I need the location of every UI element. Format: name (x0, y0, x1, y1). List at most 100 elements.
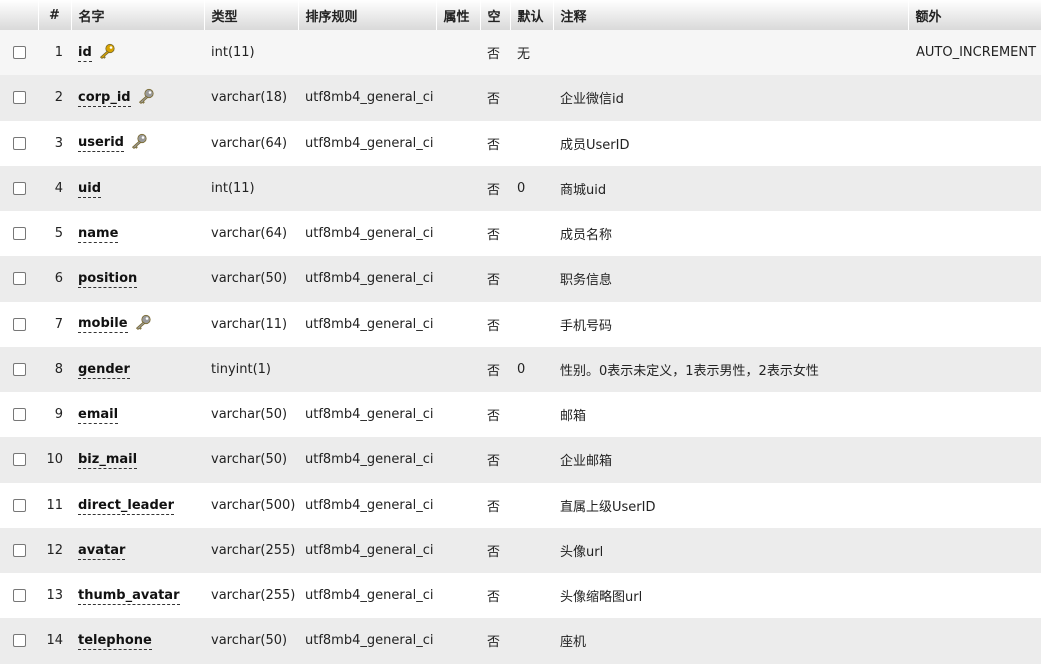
row-number: 6 (54, 271, 63, 287)
field-name-link[interactable]: position (78, 271, 138, 289)
header-name[interactable]: 名字 (71, 0, 205, 30)
field-name-link[interactable]: telephone (78, 633, 152, 651)
header-type[interactable]: 类型 (204, 0, 299, 30)
field-collation (298, 30, 436, 75)
row-checkbox[interactable] (12, 634, 26, 648)
field-name-link[interactable]: gender (78, 361, 130, 379)
table-row: 11 direct_leader varchar(500) utf8mb4_ge… (0, 482, 1041, 528)
field-name-link[interactable]: biz_mail (78, 452, 138, 470)
row-checkbox[interactable] (12, 453, 26, 467)
row-number: 10 (46, 452, 63, 468)
field-name-cell: id (71, 30, 204, 75)
field-extra (908, 75, 1041, 120)
field-default: 0 (517, 180, 526, 196)
table-row: 2 corp_id varchar(18) utf8mb4_general_ci… (0, 75, 1041, 121)
row-checkbox[interactable] (12, 498, 26, 512)
row-checkbox[interactable] (12, 181, 26, 195)
row-checkbox[interactable] (12, 543, 26, 557)
field-default (510, 528, 553, 573)
field-attributes (436, 573, 480, 618)
row-checkbox-cell (0, 30, 38, 75)
header-attributes[interactable]: 属性 (436, 0, 481, 30)
row-checkbox-cell (0, 483, 38, 528)
row-checkbox[interactable] (12, 589, 26, 603)
row-checkbox-cell (0, 392, 38, 437)
table-row: 4 uid int(11) 否 0 商城uid (0, 165, 1041, 211)
row-checkbox[interactable] (12, 272, 26, 286)
row-number: 11 (46, 497, 63, 513)
field-name-link[interactable]: thumb_avatar (78, 588, 180, 606)
field-name-cell: corp_id (71, 75, 204, 120)
table-row: 5 name varchar(64) utf8mb4_general_ci 否 … (0, 211, 1041, 257)
field-name-link[interactable]: name (78, 226, 119, 244)
field-extra: AUTO_INCREMENT (916, 45, 1037, 61)
field-name-cell: avatar (71, 528, 204, 573)
field-extra (908, 256, 1041, 301)
field-extra (908, 121, 1041, 166)
header-default[interactable]: 默认 (510, 0, 554, 30)
header-null[interactable]: 空 (480, 0, 511, 30)
row-checkbox[interactable] (12, 46, 26, 60)
field-collation: utf8mb4_general_ci (305, 497, 434, 513)
header-comment[interactable]: 注释 (553, 0, 909, 30)
index-key-icon (134, 314, 152, 334)
row-number: 12 (46, 542, 63, 558)
field-type: int(11) (211, 45, 255, 61)
field-type: varchar(50) (211, 407, 288, 423)
field-type: varchar(64) (211, 135, 288, 151)
field-attributes (436, 75, 480, 120)
field-comment: 企业微信id (560, 92, 624, 108)
field-name-link[interactable]: email (78, 407, 119, 425)
table-row: 3 userid varchar(64) utf8mb4_general_ci … (0, 120, 1041, 166)
row-checkbox[interactable] (12, 227, 26, 241)
field-type: varchar(18) (211, 90, 288, 106)
field-name-link[interactable]: corp_id (78, 89, 131, 107)
field-name-cell: email (71, 392, 204, 437)
table-row: 10 biz_mail varchar(50) utf8mb4_general_… (0, 437, 1041, 483)
field-default (510, 573, 553, 618)
primary-key-icon (98, 43, 116, 63)
field-default (510, 302, 553, 347)
field-type: int(11) (211, 180, 255, 196)
field-name-link[interactable]: uid (78, 180, 102, 198)
field-comment: 直属上级UserID (560, 499, 656, 515)
field-attributes (436, 121, 480, 166)
row-number: 5 (54, 226, 63, 242)
field-collation: utf8mb4_general_ci (305, 407, 434, 423)
field-default: 无 (517, 47, 531, 63)
field-comment: 手机号码 (560, 318, 613, 334)
field-collation: utf8mb4_general_ci (305, 90, 434, 106)
field-name-link[interactable]: avatar (78, 542, 126, 560)
row-checkbox-cell (0, 528, 38, 573)
field-attributes (436, 302, 480, 347)
field-name-link[interactable]: userid (78, 135, 124, 153)
field-name-link[interactable]: id (78, 44, 92, 62)
header-collation[interactable]: 排序规则 (298, 0, 437, 30)
field-null: 否 (487, 273, 501, 289)
field-name-cell: gender (71, 347, 204, 392)
row-checkbox[interactable] (12, 91, 26, 105)
field-name-cell: thumb_avatar (71, 573, 204, 618)
field-name-link[interactable]: direct_leader (78, 497, 174, 515)
field-attributes (436, 256, 480, 301)
field-comment: 邮箱 (560, 409, 587, 425)
field-extra (908, 392, 1041, 437)
field-name-cell: userid (71, 121, 204, 166)
table-row: 6 position varchar(50) utf8mb4_general_c… (0, 256, 1041, 302)
header-extra[interactable]: 额外 (908, 0, 1041, 30)
field-collation: utf8mb4_general_ci (305, 452, 434, 468)
row-number: 9 (54, 407, 63, 423)
field-attributes (436, 392, 480, 437)
field-name-link[interactable]: mobile (78, 316, 128, 334)
row-checkbox[interactable] (12, 408, 26, 422)
field-default (510, 75, 553, 120)
field-extra (908, 211, 1041, 256)
row-checkbox[interactable] (12, 136, 26, 150)
field-attributes (436, 211, 480, 256)
header-num[interactable]: # (38, 0, 72, 30)
row-checkbox[interactable] (12, 317, 26, 331)
field-null: 否 (487, 544, 501, 560)
field-default (510, 437, 553, 482)
field-collation (298, 166, 436, 211)
row-checkbox[interactable] (12, 362, 26, 376)
